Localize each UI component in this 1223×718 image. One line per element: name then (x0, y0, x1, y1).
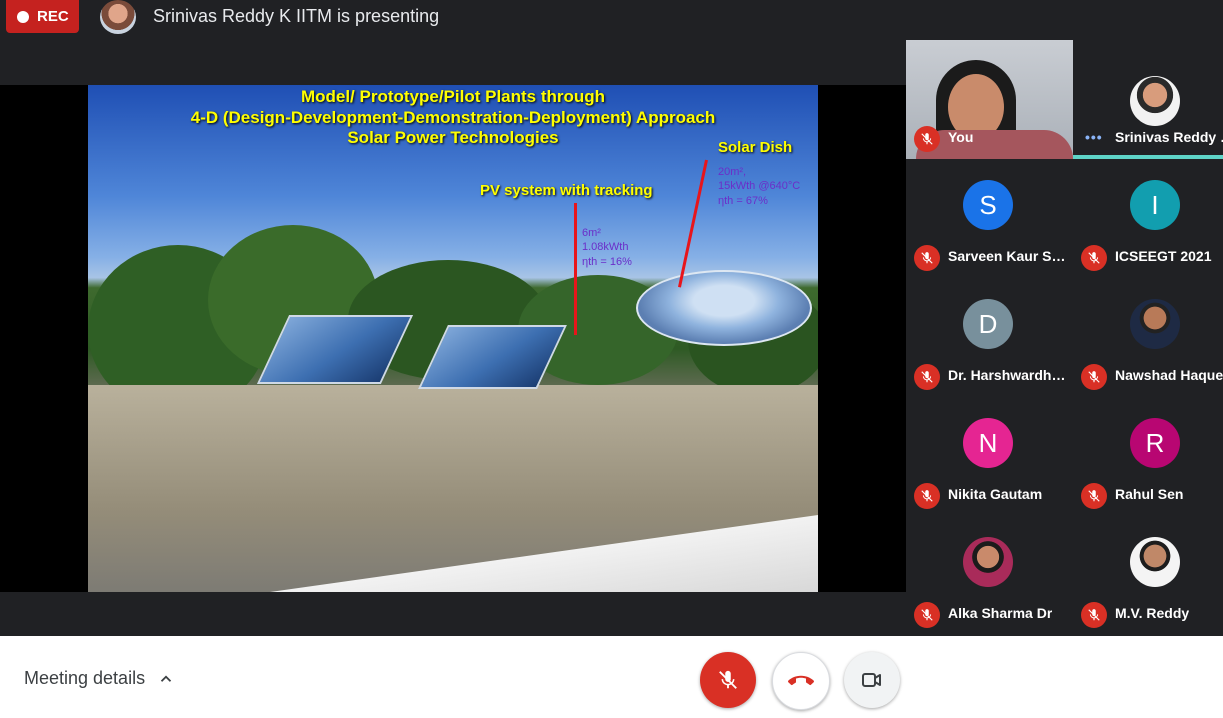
camera-toggle-button[interactable] (844, 652, 900, 708)
participant-tile-rahul[interactable]: R Rahul Sen (1073, 397, 1223, 516)
participant-tile-icseegt[interactable]: I ICSEEGT 2021 (1073, 159, 1223, 278)
avatar: S (963, 180, 1013, 230)
avatar (1130, 537, 1180, 587)
avatar: N (963, 418, 1013, 468)
dish-spec-area: 20m², (718, 166, 747, 178)
avatar: R (1130, 418, 1180, 468)
participant-tile-you[interactable]: You (906, 40, 1073, 159)
participant-name: Sarveen Kaur Sa... (948, 248, 1070, 264)
mic-off-icon (1081, 602, 1107, 628)
participant-tile-nawshad[interactable]: Nawshad Haque (1073, 278, 1223, 397)
participant-tile-alka[interactable]: Alka Sharma Dr (906, 516, 1073, 635)
mic-off-icon (914, 483, 940, 509)
call-controls-bar: Meeting details (0, 636, 1223, 718)
top-bar: REC Srinivas Reddy K IITM is presenting (0, 0, 1223, 40)
chevron-up-icon (160, 674, 172, 682)
recording-label: REC (37, 8, 69, 25)
pv-spec-efficiency: ηth = 16% (582, 256, 632, 268)
pv-spec-area: 6m² (582, 227, 601, 239)
participant-name: Rahul Sen (1115, 486, 1184, 502)
recording-badge: REC (6, 0, 79, 33)
participants-panel: You ••• Srinivas Reddy K... S Sarveen Ka… (906, 40, 1223, 636)
avatar (1130, 299, 1180, 349)
mic-off-icon (914, 602, 940, 628)
slide-title-line2: 4-D (Design-Development-Demonstration-De… (190, 108, 716, 127)
phone-hangup-icon (788, 675, 814, 686)
participant-name: Nawshad Haque (1115, 367, 1223, 383)
pv-spec-power: 1.08kWth (582, 241, 629, 253)
avatar (1130, 76, 1180, 126)
dish-spec-power: 15kWth @640°C (718, 180, 801, 192)
meeting-details-label: Meeting details (24, 668, 146, 688)
leave-call-button[interactable] (772, 652, 830, 710)
participant-tile-mvreddy[interactable]: M.V. Reddy (1073, 516, 1223, 635)
mic-off-icon (1081, 245, 1107, 271)
participant-tile-harshwardhan[interactable]: D Dr. Harshwardha... (906, 278, 1073, 397)
mic-off-icon (914, 245, 940, 271)
pv-system-label: PV system with tracking (480, 182, 653, 199)
participant-name: ICSEEGT 2021 (1115, 248, 1212, 264)
participant-name: You (948, 129, 974, 145)
solar-dish-label: Solar Dish (718, 139, 793, 156)
record-dot-icon (17, 10, 29, 23)
microphone-toggle-button[interactable] (700, 652, 756, 708)
participant-name: Nikita Gautam (948, 486, 1043, 502)
mic-off-icon (914, 126, 940, 152)
participant-tile-sarveen[interactable]: S Sarveen Kaur Sa... (906, 159, 1073, 278)
mic-off-icon (914, 364, 940, 390)
mic-off-icon (1081, 483, 1107, 509)
screen-share-area: Model/ Prototype/Pilot Plants through 4-… (0, 85, 906, 592)
slide-title-line1: Model/ Prototype/Pilot Plants through (300, 87, 606, 106)
presenter-title: Srinivas Reddy K IITM is presenting (153, 6, 440, 26)
avatar (963, 537, 1013, 587)
presenter-avatar (100, 0, 136, 34)
mic-off-icon (719, 670, 737, 689)
participant-name: Alka Sharma Dr (948, 605, 1053, 621)
avatar: I (1130, 180, 1180, 230)
presentation-slide: Model/ Prototype/Pilot Plants through 4-… (88, 85, 818, 592)
more-options-icon[interactable]: ••• (1085, 129, 1103, 145)
dish-spec-efficiency: ηth = 67% (718, 195, 768, 207)
presentation-stage: Model/ Prototype/Pilot Plants through 4-… (0, 40, 906, 636)
camera-icon (862, 673, 881, 687)
participant-name: M.V. Reddy (1115, 605, 1190, 621)
meeting-details-button[interactable]: Meeting details (24, 668, 175, 689)
participant-name: Dr. Harshwardha... (948, 367, 1070, 383)
mic-off-icon (1081, 364, 1107, 390)
participant-name: Srinivas Reddy K... (1115, 129, 1223, 145)
participant-tile-nikita[interactable]: N Nikita Gautam (906, 397, 1073, 516)
avatar: D (963, 299, 1013, 349)
participant-tile-srinivas[interactable]: ••• Srinivas Reddy K... (1073, 40, 1223, 159)
slide-title-line3: Solar Power Technologies (347, 128, 559, 147)
